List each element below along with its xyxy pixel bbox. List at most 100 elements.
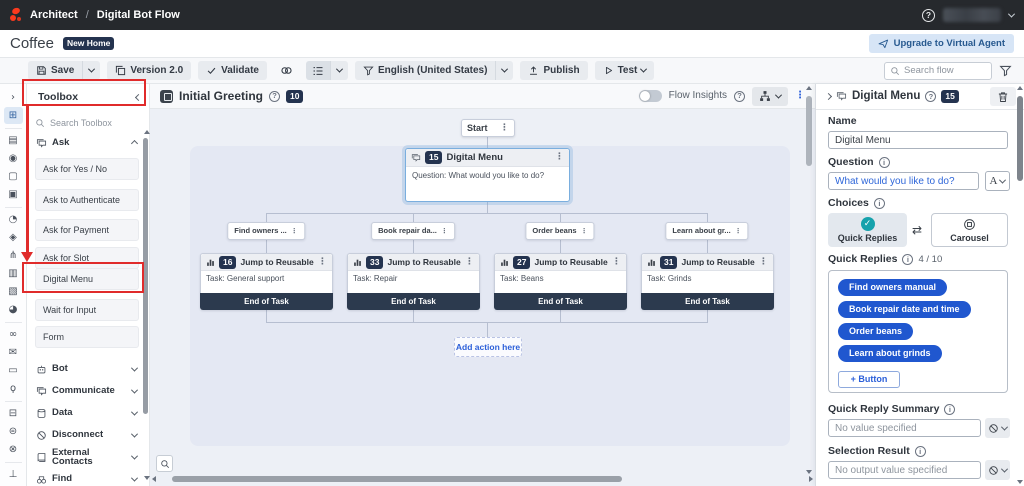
branch-label[interactable]: Order beans⋮ bbox=[525, 222, 594, 240]
canvas-vertical-scrollbar[interactable] bbox=[806, 88, 813, 472]
filter-icon[interactable] bbox=[999, 64, 1012, 77]
toolbox-item-form[interactable]: Form bbox=[35, 326, 139, 348]
version-button[interactable]: Version 2.0 bbox=[107, 61, 191, 80]
toolbox-item-wait-for-input[interactable]: Wait for Input bbox=[35, 299, 139, 321]
scroll-left-arrow[interactable] bbox=[152, 476, 156, 482]
language-button[interactable]: English (United States) bbox=[355, 61, 495, 80]
scrollbar-thumb[interactable] bbox=[1017, 96, 1023, 181]
scrollbar-thumb[interactable] bbox=[172, 476, 622, 482]
milestone-icon[interactable]: ◈ bbox=[4, 229, 23, 246]
summary-input[interactable] bbox=[828, 419, 981, 437]
user-menu-chevron-icon[interactable] bbox=[1008, 10, 1015, 17]
add-reply-button[interactable]: + Button bbox=[838, 371, 900, 388]
node-kebab-icon[interactable]: ⋮ bbox=[441, 228, 448, 235]
help-icon[interactable]: ? bbox=[734, 91, 745, 102]
usage-icon[interactable]: ◕ bbox=[4, 301, 23, 318]
info-icon[interactable]: i bbox=[874, 198, 885, 209]
flow-canvas[interactable]: Initial Greeting ? 10 Flow Insights ? ⋮ bbox=[150, 84, 815, 486]
collapse-rail-icon[interactable]: › bbox=[4, 89, 23, 106]
no-value-button[interactable] bbox=[985, 418, 1010, 438]
document-icon[interactable]: ▢ bbox=[4, 168, 23, 185]
category-disconnect[interactable]: Disconnect bbox=[36, 426, 140, 444]
sitemap-icon[interactable]: ⊥ bbox=[4, 466, 23, 483]
node-kebab-icon[interactable]: ⋮ bbox=[465, 258, 474, 267]
node-kebab-icon[interactable]: ⋮ bbox=[581, 228, 588, 235]
user-account-blurred[interactable] bbox=[943, 8, 1001, 22]
window-icon[interactable]: ▣ bbox=[4, 186, 23, 203]
node-kebab-icon[interactable]: ⋮ bbox=[735, 228, 742, 235]
jump-task-node[interactable]: 27 Jump to Reusable Task ⋮ Task: Beans E… bbox=[494, 253, 627, 310]
category-external-contacts[interactable]: External Contacts bbox=[36, 448, 140, 466]
canvas-horizontal-scrollbar[interactable] bbox=[158, 476, 807, 483]
branch-label[interactable]: Find owners ...⋮ bbox=[227, 222, 305, 240]
help-icon[interactable]: ? bbox=[922, 9, 935, 22]
jump-task-node[interactable]: 16 Jump to Reusable Task ⋮ Task: General… bbox=[200, 253, 333, 310]
test-button[interactable]: Test bbox=[595, 61, 655, 80]
jump-task-node[interactable]: 33 Jump to Reusable Task ⋮ Task: Repair … bbox=[347, 253, 480, 310]
toolbox-icon[interactable]: ⊞ bbox=[4, 107, 23, 124]
breadcrumb-brand[interactable]: Architect bbox=[30, 10, 78, 21]
category-communicate[interactable]: Communicate bbox=[36, 382, 140, 400]
node-kebab-icon[interactable]: ⋮ bbox=[500, 124, 509, 133]
list-view-button[interactable] bbox=[306, 61, 330, 80]
flow-insights-toggle[interactable] bbox=[639, 90, 662, 102]
info-icon[interactable]: i bbox=[902, 254, 913, 265]
no-value-button[interactable] bbox=[985, 460, 1010, 480]
publish-button[interactable]: Publish bbox=[520, 61, 587, 80]
info-icon[interactable]: i bbox=[879, 157, 890, 168]
help-icon[interactable]: ? bbox=[925, 91, 936, 102]
save-menu-button[interactable] bbox=[82, 61, 100, 80]
toolbox-item-ask-yes-no[interactable]: Ask for Yes / No bbox=[35, 158, 139, 180]
error-icon[interactable]: ⊗ bbox=[4, 441, 23, 458]
swap-icon[interactable]: ⇄ bbox=[912, 224, 922, 236]
language-menu-button[interactable] bbox=[495, 61, 513, 80]
carousel-choice-card[interactable]: Carousel bbox=[931, 213, 1008, 247]
node-kebab-icon[interactable]: ⋮ bbox=[555, 153, 564, 162]
quick-reply-pill[interactable]: Find owners manual bbox=[838, 279, 947, 296]
validate-button[interactable]: Validate bbox=[198, 61, 267, 80]
scroll-down-arrow[interactable] bbox=[806, 470, 812, 474]
toolbox-item-ask-authenticate[interactable]: Ask to Authenticate bbox=[35, 189, 139, 211]
canvas-menu-kebab-icon[interactable]: ⋮ bbox=[795, 91, 805, 101]
digital-menu-node[interactable]: 15 Digital Menu ⋮ Question: What would y… bbox=[405, 148, 570, 202]
dependencies-button[interactable] bbox=[274, 61, 299, 80]
links-icon[interactable]: ∞ bbox=[4, 326, 23, 343]
history-icon[interactable]: ◔ bbox=[4, 211, 23, 228]
save-button[interactable]: Save bbox=[28, 61, 82, 80]
category-ask[interactable]: Ask bbox=[36, 134, 140, 152]
question-input[interactable] bbox=[828, 172, 979, 190]
scroll-right-arrow[interactable] bbox=[809, 476, 813, 482]
start-node[interactable]: Start ⋮ bbox=[461, 119, 515, 137]
report-icon[interactable]: ▧ bbox=[4, 283, 23, 300]
delete-action-button[interactable] bbox=[990, 87, 1016, 106]
target-icon[interactable]: ◉ bbox=[4, 150, 23, 167]
scrollbar-thumb[interactable] bbox=[806, 96, 812, 166]
text-format-button[interactable]: A bbox=[985, 171, 1010, 191]
branch-label[interactable]: Learn about gr...⋮ bbox=[665, 222, 748, 240]
category-bot[interactable]: Bot bbox=[36, 360, 140, 378]
name-input[interactable] bbox=[828, 131, 1008, 149]
message-icon[interactable]: ✉ bbox=[4, 344, 23, 361]
inspector-scrollbar[interactable] bbox=[1017, 88, 1024, 482]
panel-icon[interactable]: ▤ bbox=[4, 132, 23, 149]
branch-icon[interactable]: ⋔ bbox=[4, 247, 23, 264]
quick-reply-pill[interactable]: Book repair date and time bbox=[838, 301, 971, 318]
layout-view-button[interactable] bbox=[752, 87, 788, 106]
node-kebab-icon[interactable]: ⋮ bbox=[291, 228, 298, 235]
card-icon[interactable]: ▭ bbox=[4, 362, 23, 379]
collapse-panel-icon[interactable] bbox=[825, 93, 832, 100]
view-menu-button[interactable] bbox=[330, 61, 348, 80]
upgrade-virtual-agent-button[interactable]: Upgrade to Virtual Agent bbox=[869, 34, 1014, 53]
quick-reply-pill[interactable]: Order beans bbox=[838, 323, 913, 340]
node-kebab-icon[interactable]: ⋮ bbox=[612, 258, 621, 267]
analytics-icon[interactable]: ▥ bbox=[4, 265, 23, 282]
category-find[interactable]: Find bbox=[36, 470, 140, 486]
canvas-zoom-button[interactable] bbox=[156, 455, 173, 472]
search-flow-input[interactable] bbox=[904, 65, 984, 76]
add-action-button[interactable]: Add action here bbox=[454, 337, 522, 357]
branch-label[interactable]: Book repair da...⋮ bbox=[371, 222, 455, 240]
scroll-up-arrow[interactable] bbox=[806, 86, 812, 90]
quick-replies-choice-card[interactable]: ✓ Quick Replies bbox=[828, 213, 907, 247]
node-kebab-icon[interactable]: ⋮ bbox=[318, 258, 327, 267]
scroll-up-arrow[interactable] bbox=[1017, 86, 1023, 90]
